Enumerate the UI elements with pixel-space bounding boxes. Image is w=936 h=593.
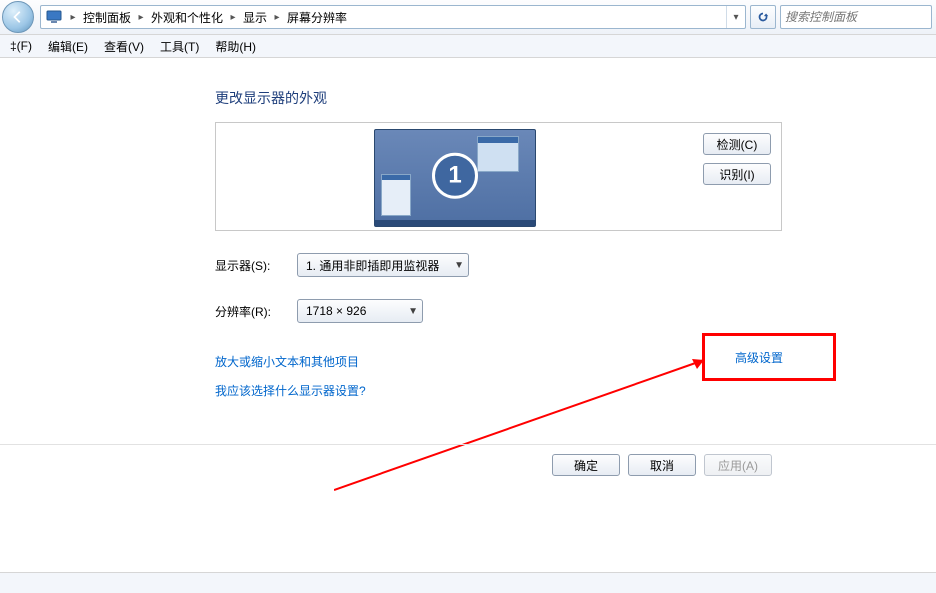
status-bar — [0, 572, 936, 593]
display-help-link[interactable]: 我应该选择什么显示器设置? — [215, 382, 366, 399]
display-label: 显示器(S): — [215, 257, 297, 274]
menu-file[interactable]: ‡(F) — [2, 37, 40, 55]
chevron-right-icon: ▸ — [67, 12, 79, 23]
arrow-left-icon — [11, 10, 25, 24]
monitor-number-badge: 1 — [432, 153, 478, 199]
location-box[interactable]: ▸ 控制面板 ▸ 外观和个性化 ▸ 显示 ▸ 屏幕分辨率 ▾ — [40, 5, 746, 29]
preview-window-icon — [381, 174, 411, 216]
nav-back-button[interactable] — [2, 1, 34, 33]
resolution-select[interactable]: 1718 × 926 ▼ — [297, 299, 423, 323]
search-input[interactable] — [781, 10, 931, 24]
detect-button[interactable]: 检测(C) — [703, 133, 771, 155]
chevron-down-icon: ▼ — [408, 306, 418, 317]
display-select[interactable]: 1. 通用非即插即用监视器 ▼ — [297, 253, 469, 277]
crumb-display[interactable]: 显示 — [239, 6, 271, 28]
chevron-right-icon: ▸ — [227, 12, 239, 23]
preview-taskbar-icon — [375, 220, 535, 226]
chevron-right-icon: ▸ — [135, 12, 147, 23]
monitor-preview[interactable]: 1 — [374, 129, 536, 227]
ok-button[interactable]: 确定 — [552, 454, 620, 476]
refresh-button[interactable] — [750, 5, 776, 29]
monitor-preview-box: 1 检测(C) 识别(I) — [215, 122, 782, 231]
display-row: 显示器(S): 1. 通用非即插即用监视器 ▼ — [215, 253, 936, 277]
separator — [0, 444, 936, 445]
monitor-icon — [45, 9, 63, 25]
display-value: 1. 通用非即插即用监视器 — [306, 257, 439, 274]
cancel-button[interactable]: 取消 — [628, 454, 696, 476]
resolution-label: 分辨率(R): — [215, 303, 297, 320]
dialog-button-row: 确定 取消 应用(A) — [552, 454, 772, 476]
location-dropdown[interactable]: ▾ — [726, 6, 745, 28]
crumb-resolution[interactable]: 屏幕分辨率 — [283, 6, 351, 28]
advanced-settings-link[interactable]: 高级设置 — [735, 349, 783, 366]
menu-bar: ‡(F) 编辑(E) 查看(V) 工具(T) 帮助(H) — [0, 35, 936, 58]
chevron-down-icon: ▼ — [454, 260, 464, 271]
search-box[interactable] — [780, 5, 932, 29]
text-size-link[interactable]: 放大或缩小文本和其他项目 — [215, 353, 359, 370]
menu-help[interactable]: 帮助(H) — [207, 36, 264, 57]
resolution-value: 1718 × 926 — [306, 304, 366, 318]
content-area: 更改显示器的外观 1 检测(C) 识别(I) 显示器(S): 1. 通用非即插即… — [0, 58, 936, 411]
crumb-appearance[interactable]: 外观和个性化 — [147, 6, 227, 28]
refresh-icon — [756, 10, 770, 24]
identify-button[interactable]: 识别(I) — [703, 163, 771, 185]
apply-button: 应用(A) — [704, 454, 772, 476]
menu-view[interactable]: 查看(V) — [96, 36, 152, 57]
help-links: 放大或缩小文本和其他项目 我应该选择什么显示器设置? — [215, 353, 936, 411]
page-title: 更改显示器的外观 — [215, 88, 936, 108]
crumb-control-panel[interactable]: 控制面板 — [79, 6, 135, 28]
menu-edit[interactable]: 编辑(E) — [40, 36, 96, 57]
address-bar: ▸ 控制面板 ▸ 外观和个性化 ▸ 显示 ▸ 屏幕分辨率 ▾ — [0, 0, 936, 35]
menu-tools[interactable]: 工具(T) — [152, 36, 207, 57]
chevron-right-icon: ▸ — [271, 12, 283, 23]
preview-window-icon — [477, 136, 519, 172]
resolution-row: 分辨率(R): 1718 × 926 ▼ — [215, 299, 936, 323]
